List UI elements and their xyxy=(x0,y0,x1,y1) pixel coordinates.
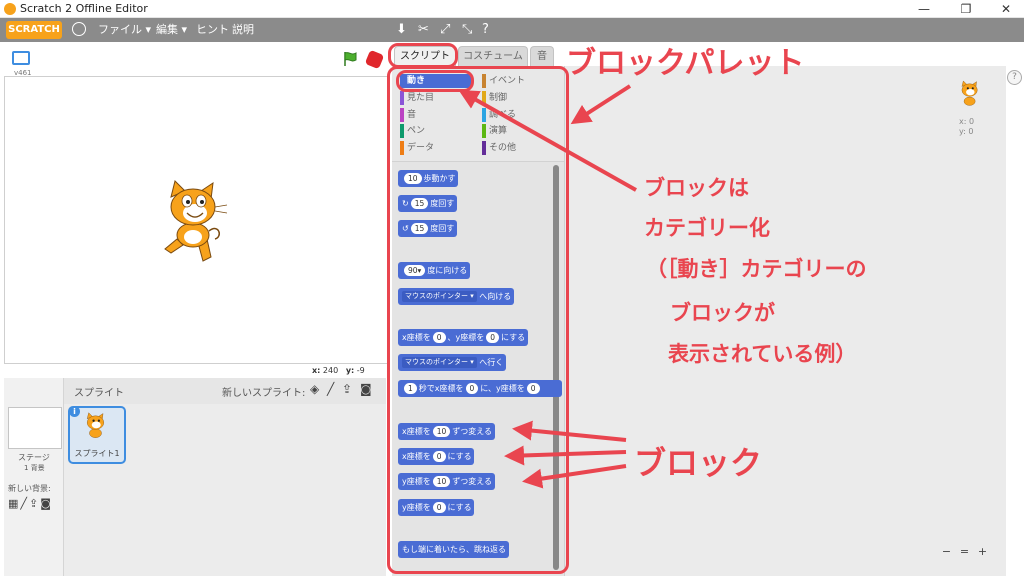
annotation-category-line4: ブロックが xyxy=(670,301,775,325)
help-block-icon[interactable]: ? xyxy=(482,22,489,38)
annotation-block-label: ブロック xyxy=(634,444,763,482)
paint-brush-icon[interactable]: ╱ xyxy=(327,382,334,396)
tab-costumes[interactable]: コスチューム xyxy=(458,46,528,66)
sprite-header: スプライト 新しいスプライト: ◈ ╱ ⇪ ◙ xyxy=(64,378,386,404)
sprites-title: スプライト xyxy=(74,388,124,399)
delete-scissors-icon[interactable]: ✂ xyxy=(418,22,429,38)
fullscreen-icon[interactable] xyxy=(12,51,30,65)
menu-file[interactable]: ファイル ▾ xyxy=(98,22,151,38)
stage-label: ステージ xyxy=(18,453,50,462)
cat-sprite[interactable] xyxy=(157,179,237,269)
app-icon xyxy=(4,3,16,15)
current-sprite-icon xyxy=(961,80,978,106)
stop-icon[interactable] xyxy=(364,49,385,70)
annotation-category-line2: カテゴリー化 xyxy=(644,216,770,240)
duplicate-stamp-icon[interactable]: ⬇ xyxy=(396,22,407,38)
zoom-reset-icon[interactable]: = xyxy=(958,545,971,558)
x-label: x: xyxy=(312,366,321,375)
window-title: Scratch 2 Offline Editor xyxy=(20,2,148,15)
tab-sounds[interactable]: 音 xyxy=(530,46,554,66)
new-sprite-label: 新しいスプライト: xyxy=(222,388,306,399)
zoom-in-icon[interactable]: + xyxy=(976,545,989,558)
restore-button[interactable]: ❐ xyxy=(946,0,986,18)
help-icon[interactable]: ? xyxy=(1007,70,1022,85)
palette-highlight xyxy=(387,66,569,574)
menu-bar: SCRATCH ファイル ▾ 編集 ▾ ヒント 説明 ⬇ ✂ ⤢ ⤡ ? xyxy=(0,18,1024,42)
script-area[interactable] xyxy=(564,66,1006,576)
backdrop-count: 1 背景 xyxy=(24,464,45,472)
menu-edit[interactable]: 編集 ▾ xyxy=(156,22,187,38)
y-label: y: xyxy=(345,366,355,375)
scripts-tab-highlight xyxy=(388,43,458,68)
close-button[interactable]: ✕ xyxy=(986,0,1024,18)
annotation-palette-title: ブロックパレット xyxy=(566,46,805,81)
language-globe-icon[interactable] xyxy=(72,22,86,36)
upload-icon[interactable]: ⇪ xyxy=(342,382,352,396)
green-flag-icon[interactable] xyxy=(342,51,358,67)
annotation-category-line3: （［動き］カテゴリーの xyxy=(646,257,867,281)
sprite-library-icon[interactable]: ◈ xyxy=(310,382,319,396)
mouse-coords: x: 240 y: -9 xyxy=(312,366,365,375)
x-value: 240 xyxy=(322,366,339,375)
cat-thumbnail-icon xyxy=(86,412,104,438)
scratch-logo[interactable]: SCRATCH xyxy=(6,21,62,39)
minimize-button[interactable]: — xyxy=(904,0,944,18)
sprite-name: スプライト1 xyxy=(74,449,120,458)
menu-about[interactable]: 説明 xyxy=(232,22,254,38)
new-backdrop-label: 新しい背景: xyxy=(8,484,51,493)
sprite-x-readout: x: 0 xyxy=(959,117,975,126)
stage-header: v461 xyxy=(0,42,388,77)
zoom-out-icon[interactable]: − xyxy=(940,545,953,558)
info-icon[interactable]: i xyxy=(69,406,80,417)
annotation-category-line5: 表示されている例） xyxy=(668,342,857,366)
annotation-category-line1: ブロックは xyxy=(644,176,749,200)
y-value: -9 xyxy=(356,366,365,375)
new-backdrop-icons[interactable]: ▦╱⇪◙ xyxy=(8,497,53,510)
stage-canvas[interactable] xyxy=(4,76,390,364)
camera-icon[interactable]: ◙ xyxy=(360,382,372,396)
sprite-y-readout: y: 0 xyxy=(959,127,974,136)
stage-thumbnail[interactable] xyxy=(8,407,62,449)
title-bar: Scratch 2 Offline Editor — ❐ ✕ xyxy=(0,0,1024,18)
sprite-xy-readout: x: 0 y: 0 xyxy=(959,117,974,137)
grow-icon[interactable]: ⤢ xyxy=(440,22,450,38)
shrink-icon[interactable]: ⤡ xyxy=(462,22,472,38)
menu-tips[interactable]: ヒント xyxy=(196,22,229,38)
